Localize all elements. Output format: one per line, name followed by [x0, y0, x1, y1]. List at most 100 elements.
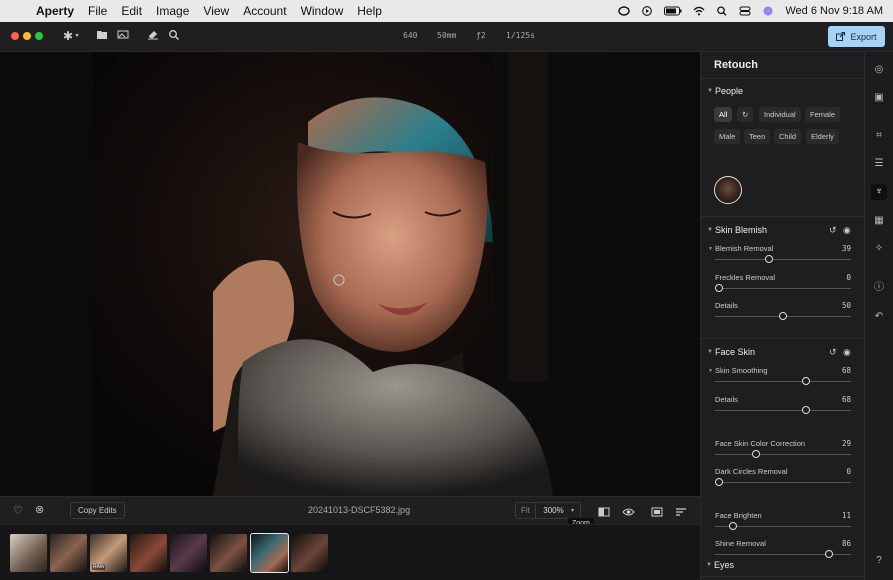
zoom-control[interactable]: Fit 300% ▾	[515, 502, 581, 519]
reset-icon[interactable]: ↺	[829, 347, 837, 358]
menu-window[interactable]: Window	[301, 4, 344, 18]
menubar-datetime[interactable]: Wed 6 Nov 9:18 AM	[785, 5, 883, 17]
slider-track[interactable]	[715, 410, 851, 411]
slider-knob[interactable]	[715, 478, 723, 486]
slider-value[interactable]: 50	[842, 301, 851, 310]
menu-app[interactable]: Aperty	[36, 4, 74, 18]
slider-value[interactable]: 68	[842, 395, 851, 404]
slider-value[interactable]: 68	[842, 366, 851, 375]
folder-icon[interactable]	[95, 29, 109, 43]
slider-value[interactable]: 86	[842, 539, 851, 548]
chip-male[interactable]: Male	[714, 129, 741, 144]
info-icon[interactable]: ⓘ	[871, 280, 887, 296]
chip-elderly[interactable]: Elderly	[806, 129, 839, 144]
face-brighten-slider[interactable]: Face Brighten 11	[715, 511, 851, 535]
blemish-removal-slider[interactable]: ▼ Blemish Removal 39	[708, 244, 851, 268]
presets-icon[interactable]: ▦	[871, 213, 887, 229]
eraser-icon[interactable]	[146, 29, 160, 43]
blemish-details-slider[interactable]: Details 50	[715, 301, 851, 325]
play-icon[interactable]	[641, 6, 653, 16]
reset-icon[interactable]: ↺	[829, 225, 837, 236]
zoom-tool-icon[interactable]	[167, 29, 181, 43]
adjustments-icon[interactable]: ☰	[871, 156, 887, 172]
visibility-eye-icon[interactable]: ◉	[843, 225, 851, 236]
slider-knob[interactable]	[764, 255, 773, 263]
slider-track[interactable]	[715, 288, 851, 289]
detected-face-avatar[interactable]	[714, 176, 742, 204]
slider-knob[interactable]	[802, 406, 811, 414]
slider-track[interactable]	[715, 454, 851, 455]
visibility-eye-icon[interactable]: ◉	[843, 347, 851, 358]
menu-view[interactable]: View	[203, 4, 229, 18]
eyes-section-header[interactable]: ▼ Eyes	[700, 557, 864, 575]
refresh-icon[interactable]: ↻	[737, 107, 754, 122]
search-icon[interactable]	[716, 6, 728, 16]
wifi-icon[interactable]	[693, 6, 705, 16]
slider-value[interactable]: 0	[846, 273, 851, 282]
people-section-header[interactable]: ▼ People	[701, 83, 865, 101]
face-skin-section-header[interactable]: ▼ Face Skin ↺ ◉	[701, 344, 865, 362]
face-details-slider[interactable]: Details 68	[715, 395, 851, 419]
filmstrip-thumbnail[interactable]: RAW	[90, 534, 127, 572]
crop-icon[interactable]: ⌗	[871, 128, 887, 144]
slider-knob[interactable]	[729, 522, 738, 530]
filmstrip-thumbnail[interactable]	[10, 534, 47, 572]
battery-icon[interactable]	[664, 6, 682, 16]
retouch-icon[interactable]: ♆	[871, 184, 887, 200]
chip-individual[interactable]: Individual	[759, 107, 801, 122]
menu-image[interactable]: Image	[156, 4, 189, 18]
compare-icon[interactable]	[598, 504, 610, 522]
filmstrip-thumbnail[interactable]	[50, 534, 87, 572]
slider-track[interactable]	[715, 259, 851, 260]
help-icon[interactable]: ?	[871, 553, 887, 569]
filmstrip-thumbnail[interactable]	[170, 534, 207, 572]
filmstrip-thumbnail[interactable]	[130, 534, 167, 572]
reject-icon[interactable]: ⊗	[35, 503, 44, 516]
chevron-down-icon[interactable]: ▾	[73, 29, 81, 43]
dark-circles-removal-slider[interactable]: Dark Circles Removal 0	[715, 467, 851, 491]
history-icon[interactable]: ↶	[871, 309, 887, 325]
chip-child[interactable]: Child	[774, 129, 802, 144]
export-button[interactable]: Export	[828, 26, 885, 47]
slider-knob[interactable]	[752, 450, 761, 458]
menu-edit[interactable]: Edit	[121, 4, 142, 18]
chip-female[interactable]: Female	[805, 107, 841, 122]
image-view-icon[interactable]	[651, 504, 663, 522]
slider-value[interactable]: 11	[842, 511, 851, 520]
menu-account[interactable]: Account	[243, 4, 286, 18]
siri-icon[interactable]	[762, 6, 774, 16]
menu-file[interactable]: File	[88, 4, 107, 18]
image-canvas[interactable]	[0, 52, 700, 496]
filmstrip-thumbnail-selected[interactable]	[250, 533, 289, 573]
close-window-button[interactable]	[11, 32, 19, 40]
slider-knob[interactable]	[779, 312, 787, 320]
chip-teen[interactable]: Teen	[744, 129, 771, 144]
layers-icon[interactable]: ◎	[871, 62, 887, 78]
slider-track[interactable]	[715, 482, 851, 483]
select-subject-icon[interactable]: ▣	[871, 90, 887, 106]
creative-cloud-icon[interactable]	[618, 6, 631, 16]
copy-edits-button[interactable]: Copy Edits	[70, 502, 125, 519]
slider-value[interactable]: 29	[842, 439, 851, 448]
chip-all[interactable]: All	[714, 107, 733, 122]
filmstrip-thumbnail[interactable]	[291, 534, 328, 572]
slider-knob[interactable]	[802, 377, 811, 385]
effects-icon[interactable]: ✧	[871, 241, 887, 257]
face-skin-color-correction-slider[interactable]: Face Skin Color Correction 29	[715, 439, 851, 463]
freckles-removal-slider[interactable]: Freckles Removal 0	[715, 273, 851, 297]
skin-blemish-section-header[interactable]: ▼ Skin Blemish ↺ ◉	[701, 222, 865, 240]
control-center-icon[interactable]	[739, 6, 751, 16]
skin-smoothing-slider[interactable]: ▼ Skin Smoothing 68	[708, 366, 851, 390]
zoom-window-button[interactable]	[35, 32, 43, 40]
sort-icon[interactable]	[675, 504, 687, 522]
minimize-window-button[interactable]	[23, 32, 31, 40]
chevron-down-icon[interactable]: ▾	[571, 507, 574, 514]
menu-help[interactable]: Help	[357, 4, 382, 18]
heart-icon[interactable]: ♡	[13, 504, 23, 517]
eye-preview-icon[interactable]	[622, 504, 635, 522]
slider-value[interactable]: 0	[846, 467, 851, 476]
photo-preview[interactable]	[93, 52, 606, 496]
slider-track[interactable]	[715, 381, 851, 382]
gallery-icon[interactable]	[116, 29, 130, 43]
slider-knob[interactable]	[715, 284, 723, 292]
